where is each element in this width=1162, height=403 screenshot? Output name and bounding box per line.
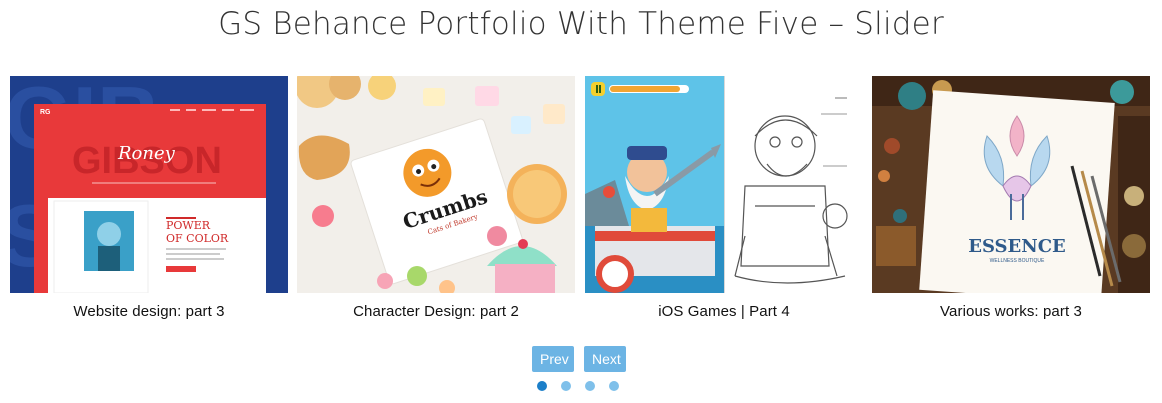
- various-works-image: ESSENCE WELLNESS BOUTIQUE: [872, 76, 1150, 293]
- portfolio-slide[interactable]: GIB SO RG GIBSON Roney POWER OF COLOR: [10, 76, 288, 320]
- portfolio-thumbnail-ios-games[interactable]: [585, 76, 863, 293]
- slider-navigation: Prev Next: [532, 346, 626, 372]
- pagination-dot-3[interactable]: [585, 381, 595, 391]
- character-design-image: Crumbs Cats of Bakery: [297, 76, 575, 293]
- pagination-dot-2[interactable]: [561, 381, 571, 391]
- next-button[interactable]: Next: [584, 346, 626, 372]
- slider-pagination: [537, 381, 619, 391]
- portfolio-thumbnail-website-design[interactable]: GIB SO RG GIBSON Roney POWER OF COLOR: [10, 76, 288, 293]
- svg-text:POWER: POWER: [166, 219, 211, 232]
- slide-caption[interactable]: iOS Games | Part 4: [585, 303, 863, 320]
- slide-caption[interactable]: Website design: part 3: [10, 303, 288, 320]
- pagination-dot-1[interactable]: [537, 381, 547, 391]
- portfolio-slide[interactable]: ESSENCE WELLNESS BOUTIQUE Various works:…: [872, 76, 1150, 320]
- svg-text:RG: RG: [40, 109, 51, 116]
- pagination-dot-4[interactable]: [609, 381, 619, 391]
- page-title: GS Behance Portfolio With Theme Five – S…: [218, 6, 944, 42]
- website-design-image: GIB SO RG GIBSON Roney POWER OF COLOR: [10, 76, 288, 293]
- svg-text:ESSENCE: ESSENCE: [968, 236, 1066, 257]
- prev-button[interactable]: Prev: [532, 346, 574, 372]
- portfolio-slider: GIB SO RG GIBSON Roney POWER OF COLOR: [10, 76, 1150, 326]
- portfolio-thumbnail-various-works[interactable]: ESSENCE WELLNESS BOUTIQUE: [872, 76, 1150, 293]
- portfolio-slide[interactable]: iOS Games | Part 4: [585, 76, 863, 320]
- ios-games-image: [585, 76, 863, 293]
- svg-text:WELLNESS BOUTIQUE: WELLNESS BOUTIQUE: [990, 258, 1045, 264]
- slide-caption[interactable]: Character Design: part 2: [297, 303, 575, 320]
- portfolio-slide[interactable]: Crumbs Cats of Bakery Character Design: …: [297, 76, 575, 320]
- svg-text:OF COLOR: OF COLOR: [166, 232, 229, 245]
- svg-text:Roney: Roney: [117, 143, 176, 164]
- slide-caption[interactable]: Various works: part 3: [872, 303, 1150, 320]
- portfolio-thumbnail-character-design[interactable]: Crumbs Cats of Bakery: [297, 76, 575, 293]
